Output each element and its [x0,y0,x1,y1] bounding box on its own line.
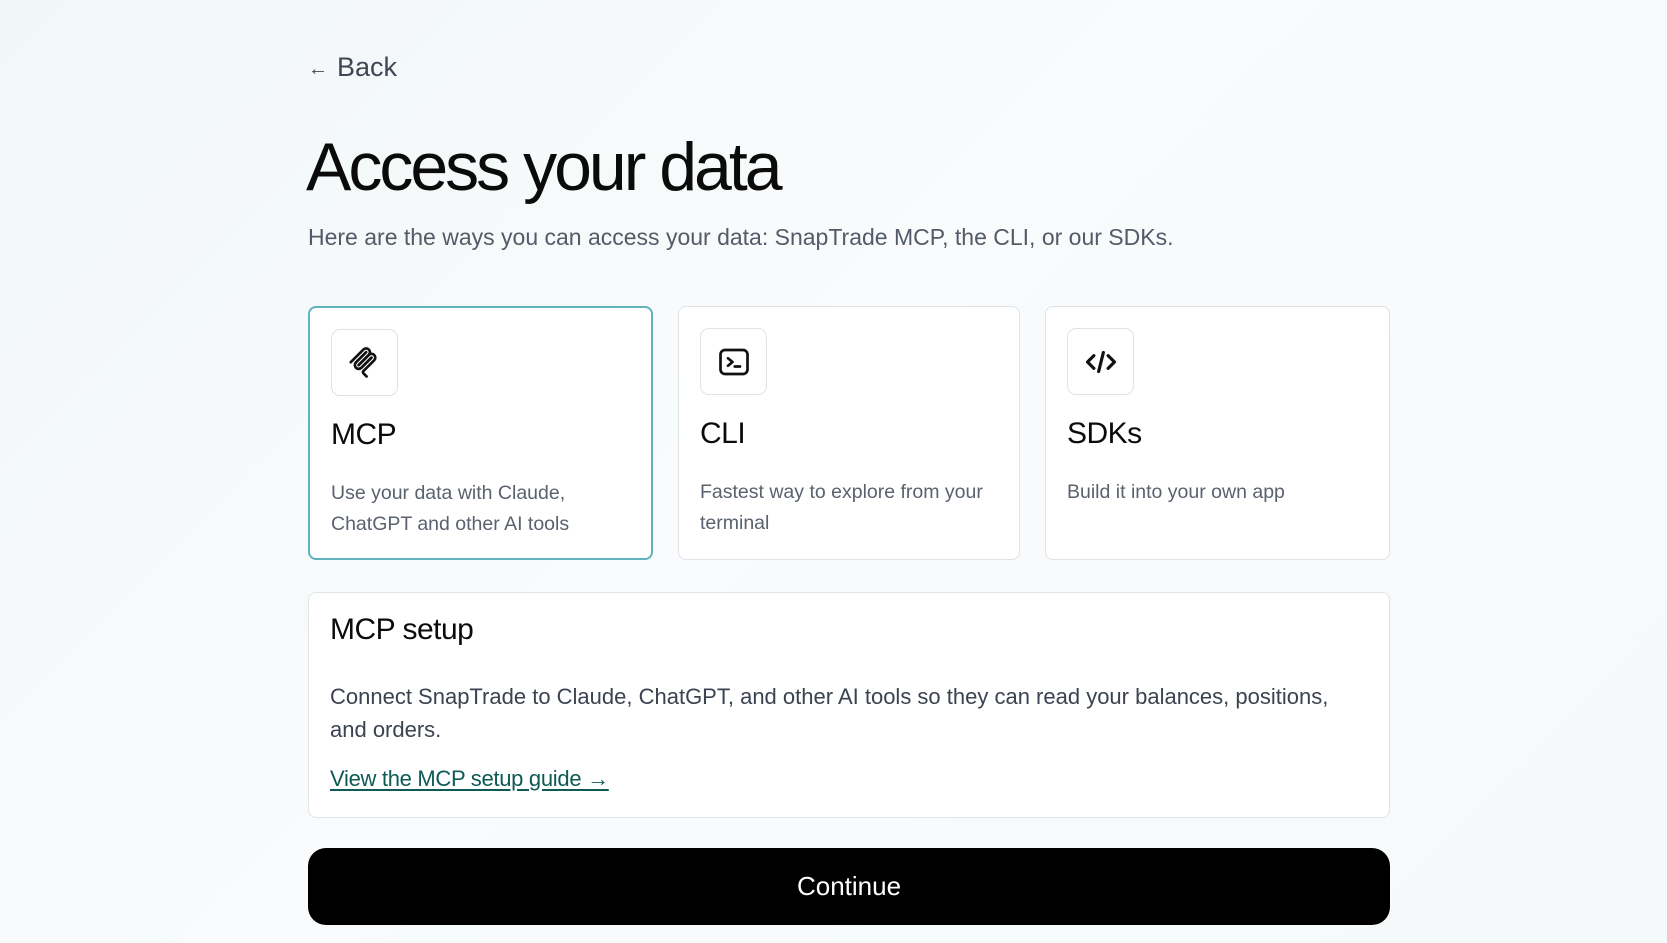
option-description: Fastest way to explore from your termina… [700,481,983,534]
option-card-mcp[interactable]: MCP Use your data with Claude, ChatGPT a… [308,306,653,560]
setup-guide-link[interactable]: View the MCP setup guide → [330,766,609,792]
terminal-icon [718,348,749,375]
page-subtitle: Here are the ways you can access your da… [308,224,1174,250]
option-description: Build it into your own app [1067,481,1285,503]
arrow-left-icon: ← [308,57,328,80]
continue-button[interactable]: Continue [308,848,1390,925]
code-icon [1085,350,1116,373]
option-card-cli[interactable]: CLI Fastest way to explore from your ter… [678,306,1020,560]
page-title: Access your data [306,129,783,205]
option-title: MCP [331,418,397,451]
option-title: CLI [700,417,746,450]
back-label: Back [337,52,398,82]
mcp-icon-box [331,329,398,396]
mcp-icon [348,346,377,378]
mcp-setup-panel: MCP setup Connect SnapTrade to Claude, C… [308,592,1390,818]
code-icon-box [1067,328,1134,395]
setup-title: MCP setup [330,613,474,646]
setup-description: Connect SnapTrade to Claude, ChatGPT, an… [330,684,1329,742]
option-title: SDKs [1067,417,1142,450]
option-card-sdks[interactable]: SDKs Build it into your own app [1045,306,1390,560]
back-link[interactable]: ← Back [308,52,397,83]
terminal-icon-box [700,328,767,395]
option-description: Use your data with Claude, ChatGPT and o… [331,482,570,535]
access-options: MCP Use your data with Claude, ChatGPT a… [308,306,1390,560]
